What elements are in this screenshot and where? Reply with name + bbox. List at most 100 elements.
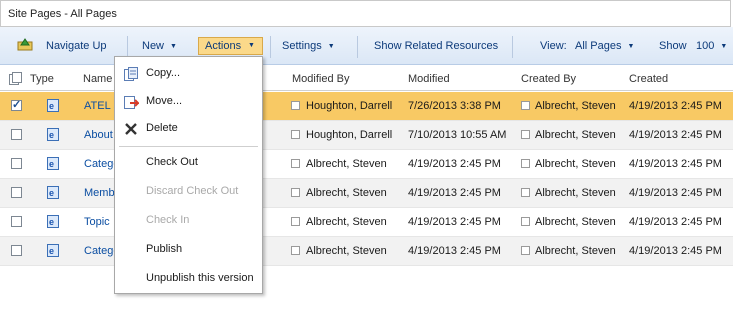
column-header-created[interactable]: Created [629, 73, 668, 85]
presence-indicator [521, 159, 530, 168]
list-title-bar: Site Pages - All Pages [0, 0, 731, 27]
menu-item-check-out[interactable]: Check Out [115, 150, 262, 176]
presence-indicator [521, 101, 530, 110]
settings-label: Settings [282, 40, 322, 52]
navigate-up-icon[interactable] [17, 37, 33, 51]
created-by-link[interactable]: Albrecht, Steven [535, 216, 616, 228]
presence-indicator [291, 159, 300, 168]
modified-date: 4/19/2013 2:45 PM [408, 158, 501, 170]
svg-text:e: e [49, 159, 54, 169]
row-checkbox[interactable] [11, 216, 22, 227]
toolbar-divider [357, 36, 358, 58]
created-date: 4/19/2013 2:45 PM [629, 216, 722, 228]
menu-item-label: Check Out [146, 156, 198, 168]
presence-indicator [291, 130, 300, 139]
modified-by-link[interactable]: Albrecht, Steven [306, 187, 387, 199]
menu-item-label: Delete [146, 122, 178, 134]
settings-menu-button[interactable]: Settings ▼ [282, 40, 335, 52]
copy-icon [124, 67, 138, 81]
view-value: All Pages [575, 40, 622, 52]
page-icon: e [47, 244, 59, 257]
row-checkbox[interactable] [11, 245, 22, 256]
menu-item-copy[interactable]: Copy... [115, 61, 262, 87]
column-header-modified-by[interactable]: Modified By [292, 73, 349, 85]
created-by-link[interactable]: Albrecht, Steven [535, 187, 616, 199]
menu-item-check-in: Check In [115, 208, 262, 234]
menu-item-label: Check In [146, 214, 190, 226]
modified-by-link[interactable]: Houghton, Darrell [306, 129, 392, 141]
table-row[interactable]: eATEL SHoughton, Darrell7/26/2013 3:38 P… [0, 92, 733, 121]
page-name-link[interactable]: Topic [84, 216, 110, 228]
modified-by-link[interactable]: Albrecht, Steven [306, 216, 387, 228]
actions-menu-button[interactable]: Actions ▼ [198, 37, 263, 55]
menu-divider [119, 146, 258, 147]
table-row[interactable]: e Topic Albrecht, Steven 4/19/2013 2:45 PM A… [0, 208, 733, 237]
created-date: 4/19/2013 2:45 PM [629, 245, 722, 257]
presence-indicator [521, 217, 530, 226]
column-header-created-by[interactable]: Created By [521, 73, 576, 85]
presence-indicator [291, 246, 300, 255]
presence-indicator [291, 101, 300, 110]
navigate-up-button[interactable]: Navigate Up [46, 40, 107, 52]
chevron-down-icon: ▼ [720, 43, 728, 50]
page-name-link[interactable]: About [84, 129, 113, 141]
modified-date: 4/19/2013 2:45 PM [408, 187, 501, 199]
chevron-down-icon: ▼ [170, 43, 177, 50]
created-by-link[interactable]: Albrecht, Steven [535, 100, 616, 112]
menu-item-label: Unpublish this version [146, 272, 254, 284]
page-icon: e [47, 215, 59, 228]
column-header-modified[interactable]: Modified [408, 73, 450, 85]
show-related-resources-button[interactable]: Show Related Resources [374, 40, 498, 52]
modified-by-link[interactable]: Albrecht, Steven [306, 158, 387, 170]
row-checkbox[interactable] [11, 98, 22, 111]
show-count-selector[interactable]: 100 ▼ [696, 40, 727, 52]
view-selector[interactable]: All Pages ▼ [575, 40, 634, 52]
chevron-down-icon: ▼ [327, 43, 335, 50]
menu-item-label: Copy... [146, 67, 181, 79]
show-count-value: 100 [696, 40, 715, 52]
modified-by-link[interactable]: Albrecht, Steven [306, 245, 387, 257]
column-header-name[interactable]: Name [83, 73, 112, 85]
menu-item-discard-check-out: Discard Check Out [115, 179, 262, 205]
table-row[interactable]: e Membe Albrecht, Steven 4/19/2013 2:45 PM A… [0, 179, 733, 208]
show-label: Show [659, 40, 687, 52]
menu-item-publish[interactable]: Publish [115, 237, 262, 263]
presence-indicator [291, 188, 300, 197]
presence-indicator [291, 217, 300, 226]
presence-indicator [521, 188, 530, 197]
created-date: 4/19/2013 2:45 PM [629, 187, 722, 199]
table-row[interactable]: e Catego Albrecht, Steven 4/19/2013 2:45 PM… [0, 237, 733, 266]
svg-text:e: e [49, 188, 54, 198]
column-header-type[interactable]: Type [30, 73, 54, 85]
new-menu-button[interactable]: New ▼ [142, 40, 177, 52]
modified-date: 7/10/2013 10:55 AM [408, 129, 507, 141]
delete-icon [125, 123, 137, 135]
row-checkbox[interactable] [11, 129, 22, 140]
menu-item-unpublish[interactable]: Unpublish this version [115, 266, 262, 292]
toolbar-divider [127, 36, 128, 58]
menu-item-delete[interactable]: Delete [115, 116, 262, 142]
created-date: 4/19/2013 2:45 PM [629, 158, 722, 170]
created-by-link[interactable]: Albrecht, Steven [535, 245, 616, 257]
menu-item-move[interactable]: Move... [115, 89, 262, 115]
row-checkbox[interactable] [11, 158, 22, 169]
menu-item-label: Publish [146, 243, 183, 255]
select-all-icon[interactable] [9, 72, 23, 85]
modified-date: 7/26/2013 3:38 PM [408, 100, 501, 112]
toolbar-divider [270, 36, 271, 58]
presence-indicator [521, 130, 530, 139]
row-checkbox[interactable] [11, 187, 22, 198]
new-label: New [142, 40, 165, 52]
svg-text:e: e [49, 130, 54, 140]
modified-by-link[interactable]: Houghton, Darrell [306, 100, 392, 112]
table-row[interactable]: e Catego Albrecht, Steven 4/19/2013 2:45 PM… [0, 150, 733, 179]
created-by-link[interactable]: Albrecht, Steven [535, 129, 616, 141]
presence-indicator [521, 246, 530, 255]
view-label: View: [540, 40, 567, 52]
menu-item-label: Discard Check Out [146, 185, 239, 197]
modified-date: 4/19/2013 2:45 PM [408, 245, 501, 257]
svg-text:e: e [49, 101, 54, 111]
page-icon: e [47, 99, 59, 112]
created-by-link[interactable]: Albrecht, Steven [535, 158, 616, 170]
table-row[interactable]: e About Houghton, Darrell 7/10/2013 10:55 A… [0, 121, 733, 150]
